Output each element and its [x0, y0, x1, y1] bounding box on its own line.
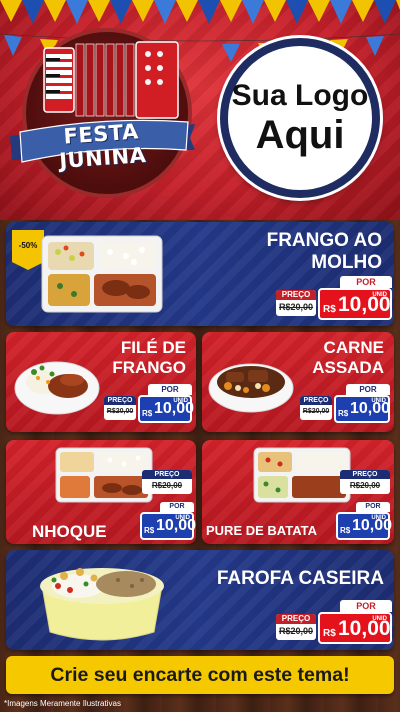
logo-placeholder[interactable]: Sua Logo Aqui — [220, 38, 380, 198]
product-name: PURE DE BATATA — [206, 523, 317, 538]
food-tray-icon — [55, 447, 153, 503]
food-bowl-icon — [208, 363, 294, 413]
product-card-nhoque[interactable]: PREÇO R$20,00 NHOQUE POR R$ 10,00 UNID — [6, 440, 196, 544]
product-name: FAROFA CASEIRA — [216, 568, 384, 589]
food-bowl-icon — [40, 568, 164, 641]
product-card-file-de-frango[interactable]: FILÉ DE FRANGO POR PREÇO R$20,00 R$ 10,00… — [6, 332, 196, 432]
product-card-farofa-caseira[interactable]: FAROFA CASEIRA POR PREÇO R$20,00 R$ 10,0… — [6, 550, 394, 650]
logo-text-line1: Sua Logo — [231, 79, 369, 112]
price-tag: POR PREÇO R$20,00 R$ 10,00 UNID — [276, 600, 392, 646]
logo-text-line2: Aqui — [255, 113, 345, 157]
price-tag: POR PREÇO R$20,00 R$ 10,00 UNID — [104, 384, 194, 426]
price-tag-old: PREÇO R$20,00 — [340, 470, 390, 500]
price-tag: POR R$ 10,00 UNID — [140, 502, 196, 540]
product-card-pure-de-batata[interactable]: PREÇO R$20,00 PURE DE BATATA POR R$ 10,0… — [202, 440, 394, 544]
flyer-page: FESTA JUNINA Sua Logo Aqui -50% FRANGO A… — [0, 0, 400, 712]
price-tag: POR PREÇO R$20,00 R$ 10,00 UNID — [276, 276, 392, 322]
accordion-icon — [43, 41, 179, 119]
product-name: FRANGO AO MOLHO — [266, 230, 382, 273]
product-name: FILÉ DE FRANGO — [112, 338, 186, 377]
bunting-flags-icon — [0, 0, 400, 24]
price-tag-old: PREÇO R$20,00 — [142, 470, 192, 500]
header-banner: FESTA JUNINA Sua Logo Aqui — [0, 0, 400, 220]
price-tag: POR R$ 10,00 UNID — [336, 502, 392, 540]
product-name: NHOQUE — [32, 522, 107, 541]
cta-banner[interactable]: Crie seu encarte com este tema! — [6, 656, 394, 694]
product-card-carne-assada[interactable]: CARNE ASSADA POR PREÇO R$20,00 R$ 10,00 U… — [202, 332, 394, 432]
food-tray-icon — [41, 235, 163, 313]
disclaimer-text: *Imagens Meramente Ilustrativas — [4, 699, 121, 708]
food-tray-icon — [253, 447, 351, 503]
product-card-frango-ao-molho[interactable]: -50% FRANGO AO MOLHO POR PREÇO R$20,00 R$ — [6, 222, 394, 326]
product-name: CARNE ASSADA — [312, 338, 384, 377]
price-tag: POR PREÇO R$20,00 R$ 10,00 UNID — [300, 384, 390, 426]
